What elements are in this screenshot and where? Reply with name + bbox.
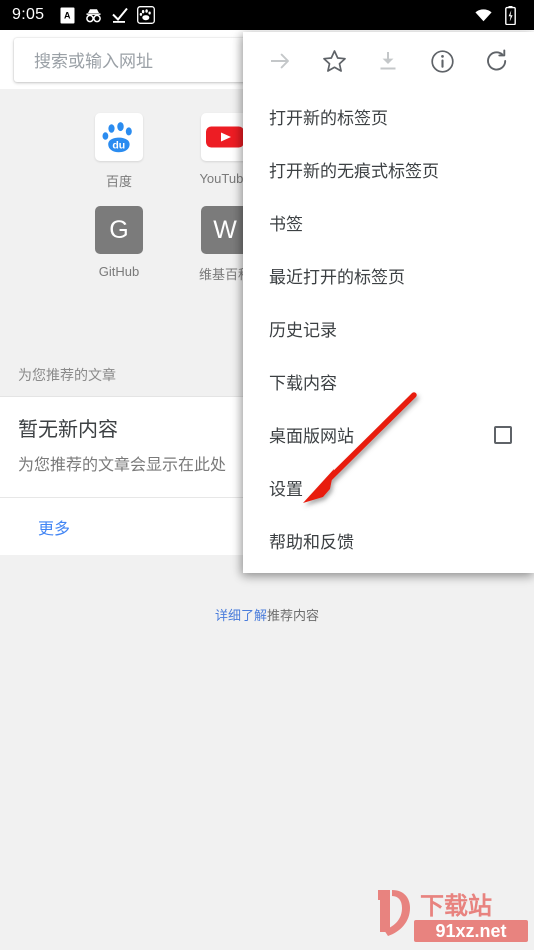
- menu-item-label: 打开新的标签页: [269, 109, 388, 128]
- baidu-paw-app-icon: [136, 6, 155, 25]
- phone-screen: 9:05 A 搜索或输入网址 du 百度 YouTube G GitHub W …: [0, 0, 534, 950]
- learn-more-link[interactable]: 详细了解: [215, 608, 267, 623]
- menu-icon-row: [243, 32, 534, 90]
- app-badge-icon: A: [58, 6, 77, 25]
- tile-letter: W: [213, 215, 237, 244]
- menu-item-help-and-feedback[interactable]: 帮助和反馈: [243, 514, 534, 567]
- youtube-play-icon: [201, 113, 249, 161]
- menu-item-label: 历史记录: [269, 321, 337, 340]
- menu-item-label: 打开新的无痕式标签页: [269, 162, 439, 181]
- incognito-icon: [84, 6, 103, 25]
- watermark-domain: 91xz.net: [435, 921, 506, 941]
- checkmark-download-icon: [110, 6, 129, 25]
- menu-item-label: 最近打开的标签页: [269, 268, 405, 287]
- battery-icon: [501, 5, 520, 25]
- svg-text:du: du: [112, 140, 125, 152]
- tile-letter: G: [109, 215, 129, 244]
- search-input-placeholder: 搜索或输入网址: [34, 52, 153, 71]
- status-bar-clock: 9:05: [12, 6, 45, 23]
- menu-item-new-tab[interactable]: 打开新的标签页: [243, 90, 534, 143]
- tile-label: 百度: [105, 174, 132, 189]
- download-icon[interactable]: [368, 41, 408, 81]
- learn-more-rest-text: 推荐内容: [267, 608, 320, 623]
- reload-icon[interactable]: [477, 41, 517, 81]
- chrome-overflow-menu: 打开新的标签页 打开新的无痕式标签页 书签 最近打开的标签页 历史记录 下载内容…: [243, 32, 534, 573]
- forward-arrow-icon[interactable]: [260, 41, 300, 81]
- menu-item-new-incognito-tab[interactable]: 打开新的无痕式标签页: [243, 143, 534, 196]
- menu-item-label: 桌面版网站: [269, 427, 354, 446]
- watermark-logo: 下载站 91xz.net: [378, 890, 528, 942]
- status-bar: 9:05 A: [0, 0, 534, 30]
- menu-item-downloads[interactable]: 下载内容: [243, 355, 534, 408]
- star-bookmark-icon[interactable]: [314, 41, 354, 81]
- menu-item-recent-tabs[interactable]: 最近打开的标签页: [243, 249, 534, 302]
- tile-github[interactable]: G GitHub: [66, 206, 172, 283]
- status-bar-right-icons: [474, 5, 522, 25]
- menu-item-bookmarks[interactable]: 书签: [243, 196, 534, 249]
- menu-item-label: 设置: [269, 480, 303, 499]
- letter-g-icon: G: [95, 206, 143, 254]
- page-info-icon[interactable]: [423, 41, 463, 81]
- watermark-title: 下载站: [420, 893, 492, 920]
- svg-text:A: A: [64, 10, 71, 20]
- menu-item-label: 下载内容: [269, 374, 337, 393]
- more-link[interactable]: 更多: [38, 515, 70, 539]
- menu-item-history[interactable]: 历史记录: [243, 302, 534, 355]
- baidu-paw-icon: du: [95, 113, 143, 161]
- menu-item-label: 帮助和反馈: [269, 533, 354, 552]
- menu-item-settings[interactable]: 设置: [243, 461, 534, 514]
- menu-item-label: 书签: [269, 215, 303, 234]
- desktop-site-checkbox[interactable]: [494, 425, 512, 444]
- tile-label: GitHub: [98, 264, 140, 279]
- wifi-icon: [474, 6, 493, 25]
- learn-more-row: 详细了解推荐内容: [0, 596, 534, 624]
- letter-w-icon: W: [201, 206, 249, 254]
- menu-item-desktop-site[interactable]: 桌面版网站: [243, 408, 534, 461]
- tile-baidu[interactable]: du 百度: [66, 113, 172, 190]
